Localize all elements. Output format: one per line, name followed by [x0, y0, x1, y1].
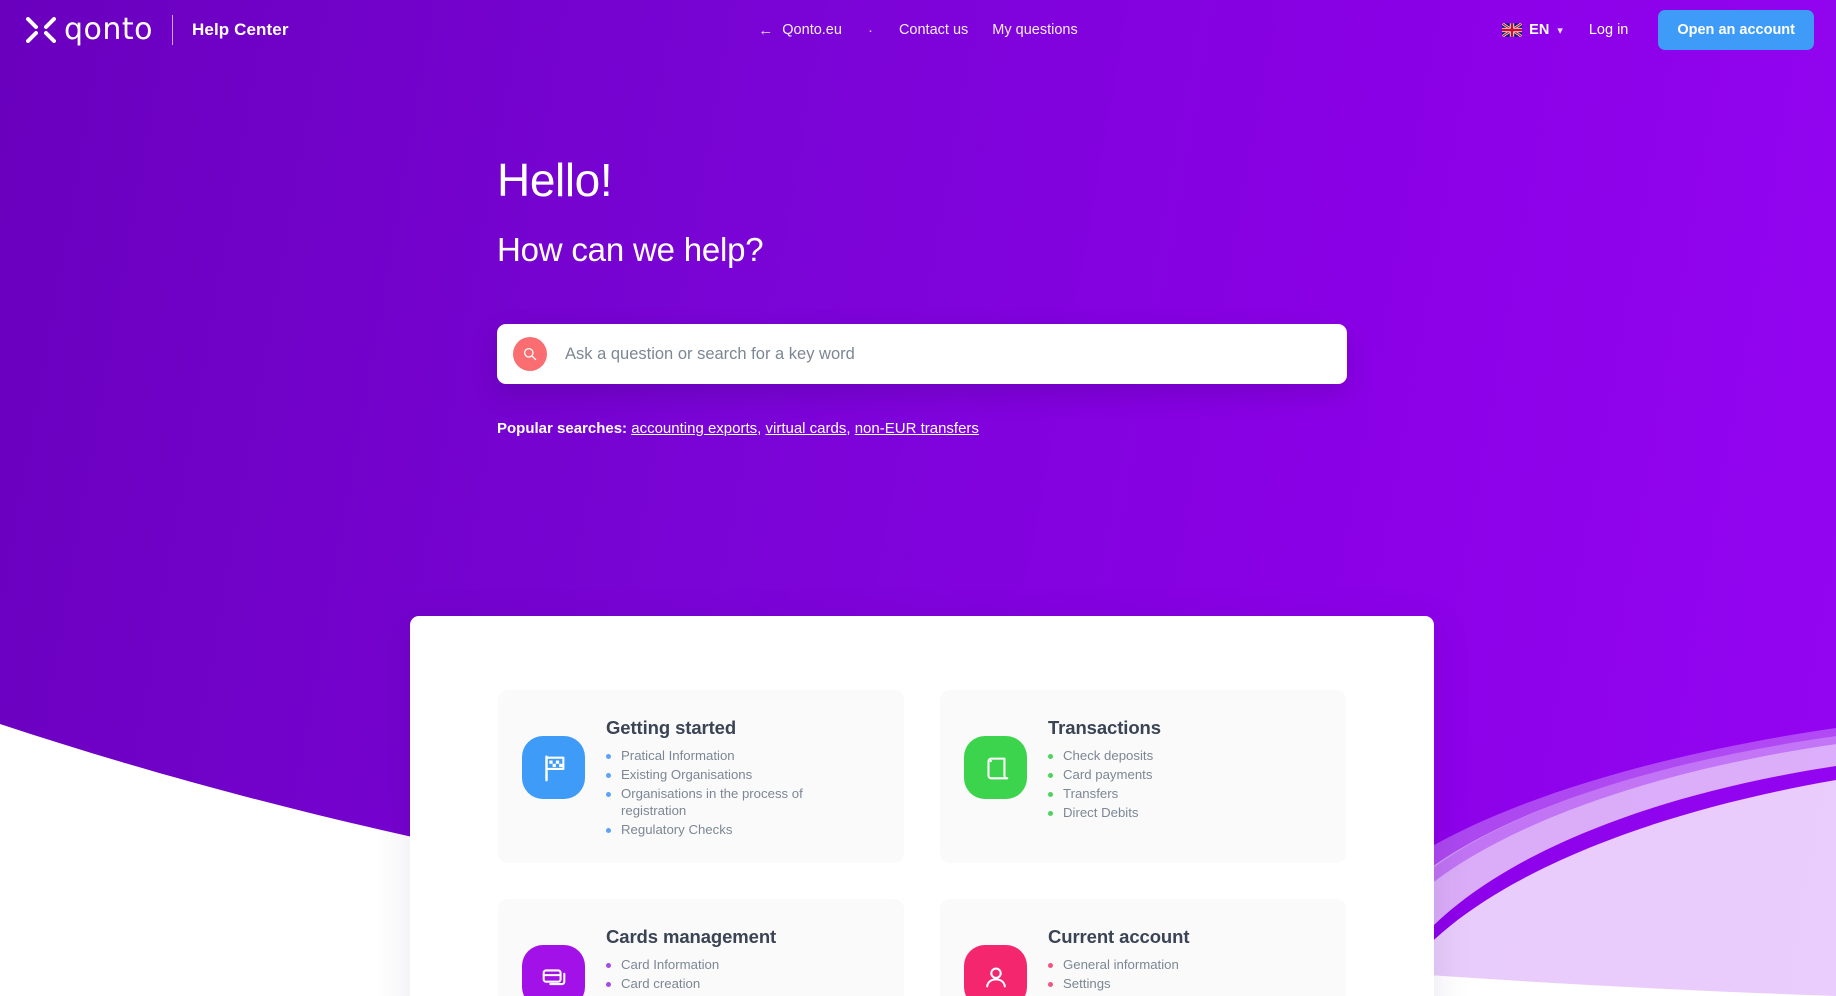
nav-item-my-questions[interactable]: My questions	[980, 16, 1089, 44]
search-bar[interactable]	[497, 324, 1347, 384]
nav-item-contact-us-label: Contact us	[898, 22, 969, 38]
category-list-item[interactable]: General information	[1048, 957, 1189, 974]
category-list-item[interactable]: Regulatory Checks	[606, 822, 806, 839]
category-item-list: Pratical Information Existing Organisati…	[606, 748, 806, 839]
category-list-item[interactable]: Check deposits	[1048, 748, 1161, 765]
search-input[interactable]	[565, 344, 1327, 364]
category-card-current-account[interactable]: Current account General information Sett…	[940, 899, 1346, 996]
category-icon-wrapper	[522, 945, 585, 996]
category-title: Cards management	[606, 926, 777, 948]
brand-divider	[172, 15, 174, 45]
category-icon-wrapper	[964, 736, 1027, 799]
popular-searches: Popular searches: accounting exports, vi…	[497, 420, 979, 437]
category-card-body: Getting started Pratical Information Exi…	[606, 712, 806, 841]
popular-search-link-3[interactable]: non-EUR transfers	[855, 420, 979, 437]
popular-search-link-1[interactable]: accounting exports	[631, 420, 757, 437]
category-title: Getting started	[606, 717, 737, 738]
category-card-getting-started[interactable]: Getting started Pratical Information Exi…	[498, 690, 904, 864]
nav-item-qonto-eu[interactable]: ← Qonto.eu	[746, 16, 854, 45]
category-list-item[interactable]: Existing Organisations	[606, 767, 806, 784]
category-item-list: Card Information Card creation Card sett…	[606, 957, 776, 996]
popular-search-link-2[interactable]: virtual cards	[766, 420, 847, 437]
qonto-x-logo-icon	[26, 17, 56, 43]
brand-wordmark: qonto	[64, 12, 154, 47]
category-card-body: Current account General information Sett…	[1048, 921, 1189, 995]
category-list-item[interactable]: Direct Debits	[1048, 805, 1161, 822]
category-list-item[interactable]: Card Information	[606, 957, 776, 974]
category-list-item[interactable]: Card payments	[1048, 767, 1161, 784]
arrow-left-icon: ←	[758, 21, 774, 39]
category-card-transactions[interactable]: Transactions Check deposits Card payment…	[940, 690, 1346, 864]
category-list-item[interactable]: Organisations in the process of registra…	[606, 786, 806, 819]
category-list-item[interactable]: Card creation	[606, 976, 776, 993]
chevron-down-icon: ▾	[1557, 24, 1563, 37]
category-list-item[interactable]: Pratical Information	[606, 748, 806, 765]
header-actions: EN ▾ Log in Open an account	[1494, 10, 1814, 50]
brand[interactable]: qonto Help Center	[26, 15, 289, 45]
user-avatar-icon	[985, 967, 1006, 988]
nav-item-my-questions-label: My questions	[992, 22, 1078, 38]
category-item-list: General information Settings	[1048, 957, 1189, 993]
comma-1: ,	[757, 420, 762, 437]
category-icon-wrapper	[964, 945, 1027, 996]
search-icon	[524, 348, 537, 361]
hero-greeting: Hello!	[497, 154, 613, 206]
category-card-body: Transactions Check deposits Card payment…	[1048, 712, 1161, 825]
category-list-item[interactable]: Settings	[1048, 976, 1189, 993]
search-button[interactable]	[513, 337, 547, 371]
category-list-item[interactable]: Transfers	[1048, 786, 1161, 803]
category-item-list: Check deposits Card payments Transfers D…	[1048, 748, 1161, 822]
popular-searches-label: Popular searches:	[497, 420, 628, 437]
uk-flag-icon	[1502, 23, 1523, 37]
language-selector[interactable]: EN ▾	[1494, 16, 1571, 44]
category-title: Current account	[1048, 926, 1190, 948]
hero-text: Hello! How can we help?	[497, 155, 1357, 269]
category-card-cards-management[interactable]: Cards management Card Information Card c…	[498, 899, 904, 996]
open-account-button[interactable]: Open an account	[1658, 10, 1814, 50]
checkered-flag-icon	[544, 755, 564, 781]
nav-item-contact-us[interactable]: Contact us	[887, 16, 980, 44]
site-header: qonto Help Center ← Qonto.eu · Contact u…	[0, 0, 1836, 60]
comma-2: ,	[846, 420, 851, 437]
content-panel: Getting started Pratical Information Exi…	[410, 616, 1434, 996]
category-card-body: Cards management Card Information Card c…	[606, 921, 776, 996]
credit-cards-icon	[542, 969, 565, 985]
main-navigation: ← Qonto.eu · Contact us My questions	[746, 16, 1089, 45]
category-cards-grid: Getting started Pratical Information Exi…	[498, 690, 1346, 996]
nav-item-qonto-eu-label: Qonto.eu	[782, 22, 842, 38]
category-icon-wrapper	[522, 736, 585, 799]
category-title: Transactions	[1048, 717, 1161, 738]
login-link[interactable]: Log in	[1575, 16, 1643, 44]
dot-separator-icon: ·	[867, 21, 873, 39]
language-code: EN	[1529, 22, 1550, 38]
brand-subtitle: Help Center	[192, 20, 289, 39]
hero-subtitle: How can we help?	[497, 230, 764, 268]
receipt-scroll-icon	[986, 757, 1008, 779]
